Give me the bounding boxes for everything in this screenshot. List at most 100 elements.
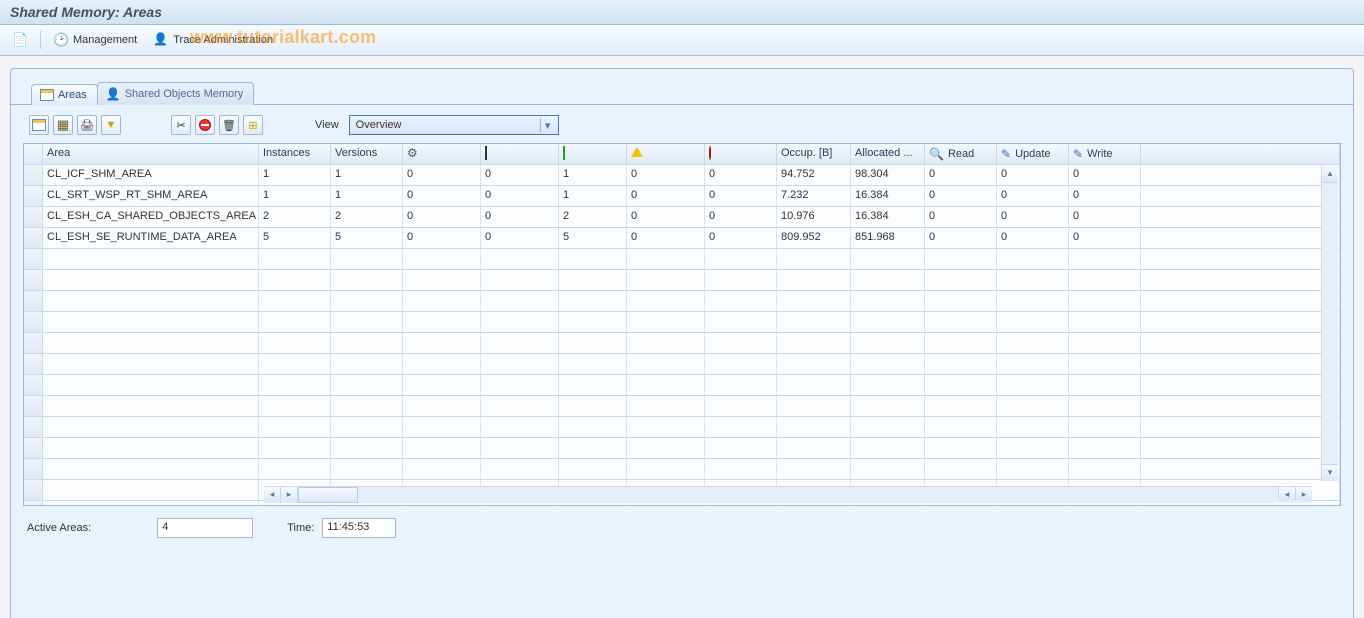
table-row[interactable] [24, 396, 1340, 417]
table-row[interactable] [24, 459, 1340, 480]
col-update[interactable]: ✎Update [997, 144, 1069, 164]
cell-rest [1141, 333, 1340, 353]
tab-shared-objects[interactable]: 👤 Shared Objects Memory [97, 82, 255, 105]
document-icon: 📄 [12, 32, 28, 48]
toolbar-system-button[interactable]: 📄 [8, 30, 32, 50]
table-row[interactable] [24, 312, 1340, 333]
cell [259, 375, 331, 395]
table-row[interactable] [24, 354, 1340, 375]
layout-button[interactable]: ⊞ [243, 115, 263, 135]
col-allocated[interactable]: Allocated ... [851, 144, 925, 164]
cell [925, 291, 997, 311]
cell: 0 [997, 228, 1069, 248]
row-handle[interactable] [24, 228, 43, 248]
table-row[interactable] [24, 333, 1340, 354]
col-flag[interactable] [481, 144, 559, 164]
cell [259, 438, 331, 458]
col-write[interactable]: ✎Write [1069, 144, 1141, 164]
trace-icon: 👤 [153, 32, 169, 48]
view-select[interactable]: Overview ▾ [349, 115, 559, 135]
col-read[interactable]: 🔍Read [925, 144, 997, 164]
main-panel: Areas 👤 Shared Objects Memory ▦ 🖨 ▼ ✂ 🗑 … [10, 68, 1354, 618]
table-icon [32, 119, 46, 131]
row-handle[interactable] [24, 186, 43, 206]
cell [851, 312, 925, 332]
table-row[interactable] [24, 291, 1340, 312]
filter-button[interactable]: ▼ [101, 115, 121, 135]
scroll-down-icon[interactable]: ▾ [1322, 464, 1338, 481]
row-handle[interactable] [24, 375, 43, 395]
table-row[interactable] [24, 417, 1340, 438]
scroll-left-icon[interactable]: ◂ [264, 487, 281, 503]
cell [777, 291, 851, 311]
row-handle[interactable] [24, 480, 43, 500]
row-handle[interactable] [24, 459, 43, 479]
col-warning[interactable] [627, 144, 705, 164]
status-bar: Active Areas: 4 Time: 11:45:53 [11, 506, 1353, 546]
vertical-scrollbar[interactable]: ▴ ▾ [1321, 166, 1338, 481]
filter-icon: ▼ [106, 119, 117, 131]
table-row[interactable]: CL_ESH_SE_RUNTIME_DATA_AREA5500500809.95… [24, 228, 1340, 249]
cell [997, 396, 1069, 416]
horizontal-scrollbar[interactable]: ◂ ▸ ◂ ▸ [264, 486, 1312, 503]
table-row[interactable] [24, 375, 1340, 396]
cell: 0 [997, 186, 1069, 206]
cell [627, 459, 705, 479]
col-building[interactable]: ⚙ [403, 144, 481, 164]
row-handle[interactable] [24, 291, 43, 311]
table-row[interactable]: CL_SRT_WSP_RT_SHM_AREA11001007.23216.384… [24, 186, 1340, 207]
row-handle[interactable] [24, 165, 43, 185]
select-button[interactable]: ▦ [53, 115, 73, 135]
row-handle[interactable] [24, 438, 43, 458]
cell [925, 375, 997, 395]
row-handle[interactable] [24, 312, 43, 332]
tools-button[interactable]: ✂ [171, 115, 191, 135]
cell [705, 396, 777, 416]
row-handle[interactable] [24, 207, 43, 227]
trace-admin-button[interactable]: 👤 Trace Administration [149, 30, 277, 50]
cell: 2 [259, 207, 331, 227]
details-button[interactable] [29, 115, 49, 135]
cell [481, 312, 559, 332]
scroll-up-icon[interactable]: ▴ [1322, 166, 1338, 183]
table-row[interactable] [24, 249, 1340, 270]
row-handle[interactable] [24, 333, 43, 353]
scroll-right2-icon[interactable]: ▸ [1295, 487, 1312, 501]
cell [481, 291, 559, 311]
row-handle[interactable] [24, 417, 43, 437]
delete-button[interactable]: 🗑 [219, 115, 239, 135]
cell: 1 [331, 186, 403, 206]
row-handle[interactable] [24, 501, 43, 505]
management-button[interactable]: 🕑 Management [49, 30, 141, 50]
stop-button[interactable] [195, 115, 215, 135]
tools-icon: ✂ [176, 119, 185, 132]
row-handle[interactable] [24, 354, 43, 374]
col-area[interactable]: Area [43, 144, 259, 164]
row-handle[interactable] [24, 249, 43, 269]
table-row[interactable] [24, 438, 1340, 459]
col-versions[interactable]: Versions [331, 144, 403, 164]
print-button[interactable]: 🖨 [77, 115, 97, 135]
col-error[interactable] [705, 144, 777, 164]
cell: 0 [481, 228, 559, 248]
layout-icon: ⊞ [248, 119, 257, 132]
cell [481, 354, 559, 374]
scroll-thumb[interactable] [298, 487, 358, 503]
cell [1069, 375, 1141, 395]
cell [481, 333, 559, 353]
table-row[interactable] [24, 270, 1340, 291]
scroll-left2-icon[interactable]: ▸ [281, 487, 298, 503]
trace-admin-label: Trace Administration [173, 34, 273, 46]
scroll-right-icon[interactable]: ◂ [1278, 487, 1295, 501]
cell [627, 396, 705, 416]
data-grid: Area Instances Versions ⚙ Occup. [B] All… [23, 143, 1341, 506]
tab-areas[interactable]: Areas [31, 84, 98, 105]
table-row[interactable]: CL_ICF_SHM_AREA110010094.75298.304000 [24, 165, 1340, 186]
row-handle[interactable] [24, 270, 43, 290]
table-row[interactable]: CL_ESH_CA_SHARED_OBJECTS_AREA220020010.9… [24, 207, 1340, 228]
cell-rest [1141, 438, 1340, 458]
col-occup[interactable]: Occup. [B] [777, 144, 851, 164]
col-active[interactable] [559, 144, 627, 164]
row-handle[interactable] [24, 396, 43, 416]
col-instances[interactable]: Instances [259, 144, 331, 164]
